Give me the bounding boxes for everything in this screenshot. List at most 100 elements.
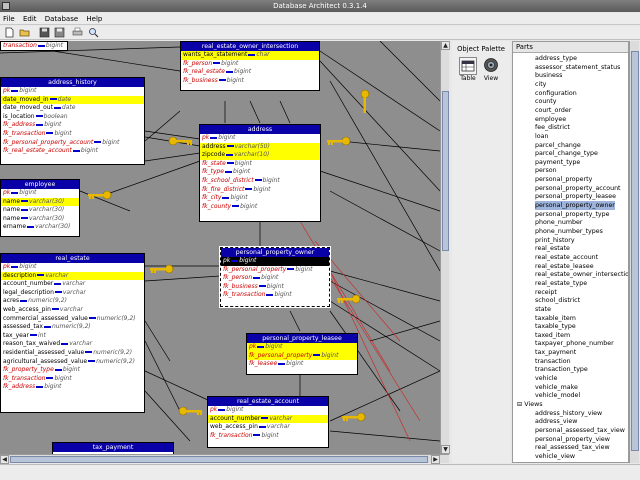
tree-item-table[interactable]: assessor_statement_status — [535, 63, 620, 72]
table-column[interactable]: fk_leasee bigint — [247, 360, 357, 369]
table-column[interactable]: fk_transaction bigint — [208, 432, 328, 441]
tree-item-table[interactable]: personal_property_owner — [535, 201, 615, 211]
menu-file[interactable]: File — [0, 13, 18, 25]
tree-item-table[interactable]: payment_type — [535, 158, 580, 167]
vertical-scroll-thumb[interactable] — [442, 91, 449, 251]
table-column[interactable]: fk_personal_property bigint — [247, 351, 357, 361]
scroll-right-icon[interactable]: ▶ — [431, 455, 440, 464]
table-address[interactable]: address pk bigint address varchar(50) zipcode… — [199, 124, 321, 222]
table-address-history[interactable]: address_history pk bigint date_moved_in date… — [0, 77, 145, 165]
table-real-estate-account[interactable]: real_estate_account pk bigint account_numbe… — [207, 396, 329, 448]
table-column[interactable]: fk_transaction bigint — [221, 291, 329, 300]
table-real-estate-owner-intersection[interactable]: real_estate_owner_intersection wants_tax_… — [180, 41, 320, 91]
tree-item-table[interactable]: taxable_type — [535, 322, 576, 331]
tree-item-table[interactable]: personal_property_account — [535, 184, 621, 193]
table-column[interactable]: fk_school_district bigint — [200, 177, 320, 186]
new-file-icon[interactable] — [4, 27, 15, 38]
table-column[interactable]: pk bigint — [200, 134, 320, 143]
table-column[interactable]: commercial_assessed_value numeric(9,2) — [1, 315, 144, 324]
table-column[interactable]: fk_real_estate_account bigint — [1, 147, 144, 156]
table-column[interactable]: date_moved_in date — [1, 95, 144, 105]
table-column[interactable]: wants_tax_statement char — [181, 51, 319, 60]
table-column[interactable]: fk_real_estate bigint — [181, 68, 319, 77]
tree-item-table[interactable]: receipt — [535, 288, 557, 297]
tree-item-table[interactable]: employee — [535, 115, 566, 124]
tree-item-table[interactable]: taxed_item — [535, 331, 570, 340]
tree-item-table[interactable]: personal_property_leasee — [535, 192, 616, 201]
tree-scroll-thumb[interactable] — [631, 51, 639, 451]
table-column[interactable]: fk_county bigint — [200, 203, 320, 212]
table-column[interactable]: fk_person bigint — [181, 60, 319, 69]
tree-item-table[interactable]: personal_property — [535, 175, 592, 184]
tree-item-table[interactable]: print_history — [535, 236, 575, 245]
tree-views-node[interactable]: ⊟ Views — [517, 400, 543, 409]
tree-item-table[interactable]: fee_district — [535, 123, 570, 132]
scroll-down-icon[interactable]: ▼ — [441, 445, 450, 454]
tree-item-table[interactable]: real_estate_leasee — [535, 262, 594, 271]
table-employee[interactable]: employee pk bigint name varchar(30) name varch… — [0, 179, 80, 237]
table-column[interactable]: is_location boolean — [1, 113, 144, 122]
tree-item-view[interactable]: address_history_view — [535, 409, 602, 418]
table-column[interactable]: name varchar(30) — [1, 206, 79, 215]
table-column[interactable]: residential_assessed_value numeric(9,2) — [1, 349, 144, 358]
diagram-canvas[interactable]: transaction bigint real_estate_owner_inter… — [0, 41, 440, 454]
tree-item-table[interactable]: phone_number — [535, 218, 582, 227]
table-column[interactable]: account_number varchar — [208, 414, 328, 424]
zoom-icon[interactable] — [88, 27, 99, 38]
table-column[interactable]: account_number varchar — [1, 280, 144, 289]
canvas-horizontal-scrollbar[interactable]: ◀ ▶ — [0, 454, 449, 464]
table-column[interactable]: fk_type bigint — [200, 168, 320, 177]
tree-item-table[interactable]: parcel_change_type — [535, 149, 598, 158]
palette-table-item[interactable]: Table — [457, 57, 479, 87]
table-column[interactable]: web_access_pin varchar — [208, 423, 328, 432]
scroll-up-icon[interactable]: ▲ — [441, 41, 450, 50]
table-column[interactable]: fk_transaction bigint — [1, 130, 144, 139]
table-column[interactable]: address varchar(50) — [200, 142, 320, 152]
tree-item-table[interactable]: transaction — [535, 357, 571, 366]
table-column[interactable]: description varchar — [1, 271, 144, 281]
table-column[interactable]: fk_person bigint — [221, 274, 329, 283]
tree-item-table[interactable]: loan — [535, 132, 548, 141]
tree-item-table[interactable]: business — [535, 71, 562, 80]
table-column[interactable]: pk bigint — [1, 263, 144, 272]
tree-item-table[interactable]: real_estate_owner_intersection — [535, 270, 628, 279]
table-personal-property-owner[interactable]: personal_property_owner pk bigint fk_person… — [219, 246, 331, 308]
table-column[interactable]: acres numeric(9,2) — [1, 297, 144, 306]
table-column[interactable]: fk_address bigint — [1, 383, 144, 392]
tree-item-table[interactable]: court_order — [535, 106, 571, 115]
tree-item-view[interactable]: vehicle_view — [535, 452, 575, 461]
table-column[interactable]: pk bigint — [1, 189, 79, 198]
save-as-icon[interactable] — [54, 27, 65, 38]
table-column[interactable]: pk bigint — [208, 406, 328, 415]
tree-item-table[interactable]: tax_payment — [535, 348, 576, 357]
table-column[interactable]: tax_year int — [1, 332, 144, 341]
table-column[interactable]: transaction bigint — [1, 42, 67, 50]
scroll-left-icon[interactable]: ◀ — [0, 455, 9, 464]
open-folder-icon[interactable] — [19, 27, 30, 38]
tree-item-view[interactable]: address_view — [535, 417, 577, 426]
table-column[interactable]: pk bigint — [221, 257, 329, 266]
tree-item-table[interactable]: real_estate — [535, 244, 570, 253]
save-icon[interactable] — [39, 27, 50, 38]
table-column[interactable]: fk_property_type bigint — [1, 366, 144, 375]
tree-item-table[interactable]: taxpayer_phone_number — [535, 339, 614, 348]
table-column[interactable]: fk_business bigint — [181, 77, 319, 86]
print-icon[interactable] — [72, 27, 83, 38]
table-column[interactable]: name varchar(30) — [1, 215, 79, 224]
tree-item-table[interactable]: state — [535, 305, 551, 314]
table-column[interactable]: fk_fire_district bigint — [200, 186, 320, 195]
table-top-left[interactable]: transaction bigint — [0, 41, 68, 51]
tree-item-view[interactable]: personal_property_view — [535, 435, 610, 444]
tree-item-table[interactable]: real_estate_account — [535, 253, 598, 262]
tree-item-table[interactable]: person — [535, 166, 557, 175]
table-personal-property-leasee[interactable]: personal_property_leasee pk bigint fk_perso… — [246, 333, 358, 375]
menu-edit[interactable]: Edit — [20, 13, 40, 25]
tree-item-table[interactable]: vehicle — [535, 374, 557, 383]
table-column[interactable]: agricultural_assessed_value numeric(9,2) — [1, 358, 144, 367]
tree-item-table[interactable]: vehicle_make — [535, 383, 578, 392]
table-column[interactable]: fk_business bigint — [221, 283, 329, 292]
table-column[interactable]: fk_personal_property_account bigint — [1, 139, 144, 148]
table-column[interactable]: pk bigint — [247, 343, 357, 352]
table-column[interactable]: fk_address bigint — [1, 121, 144, 130]
table-column[interactable]: web_access_pin varchar — [1, 306, 144, 315]
